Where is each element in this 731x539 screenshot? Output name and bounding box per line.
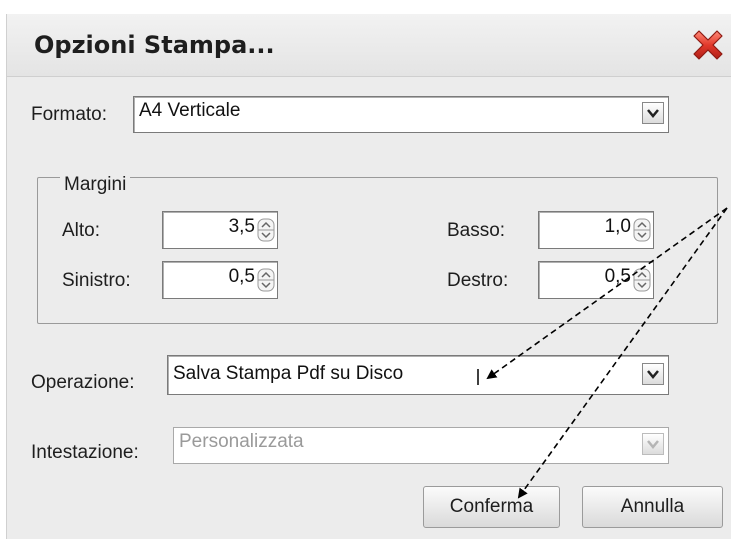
spinner-arrows-icon[interactable] [257,268,275,292]
title-bar: Opzioni Stampa... [7,14,731,77]
margini-legend: Margini [60,174,131,196]
spinner-arrows-icon[interactable] [257,218,275,242]
sinistro-label: Sinistro: [62,270,131,291]
intestazione-value: Personalizzata [179,431,304,452]
alto-label: Alto: [62,220,101,241]
close-icon[interactable] [691,29,725,61]
formato-label: Formato: [31,104,108,125]
alto-value: 3,5 [228,216,255,237]
dialog-title: Opzioni Stampa... [34,31,275,59]
print-options-dialog: Opzioni Stampa... Formato: A4 Verticale … [6,14,731,539]
intestazione-select[interactable]: Personalizzata [173,427,669,464]
sinistro-value: 0,5 [228,266,255,287]
formato-value: A4 Verticale [139,100,241,121]
operazione-label: Operazione: [31,372,135,393]
basso-spinner[interactable]: 1,0 [538,211,654,249]
chevron-down-icon[interactable] [642,363,664,385]
spinner-arrows-icon[interactable] [633,218,651,242]
margini-group [37,177,718,324]
chevron-down-icon[interactable] [642,102,664,124]
formato-select[interactable]: A4 Verticale [133,96,669,133]
cancel-button[interactable]: Annulla [582,486,723,528]
intestazione-label: Intestazione: [31,442,139,463]
basso-value: 1,0 [604,216,631,237]
alto-spinner[interactable]: 3,5 [162,211,278,249]
operazione-value: Salva Stampa Pdf su Disco [173,363,404,384]
spinner-arrows-icon[interactable] [633,268,651,292]
chevron-down-icon[interactable] [642,433,664,455]
sinistro-spinner[interactable]: 0,5 [162,261,278,299]
destro-label: Destro: [447,270,509,291]
operazione-select[interactable]: Salva Stampa Pdf su Disco [167,355,669,395]
destro-value: 0,5 [604,266,631,287]
confirm-button[interactable]: Conferma [423,486,560,528]
basso-label: Basso: [447,220,506,241]
destro-spinner[interactable]: 0,5 [538,261,654,299]
